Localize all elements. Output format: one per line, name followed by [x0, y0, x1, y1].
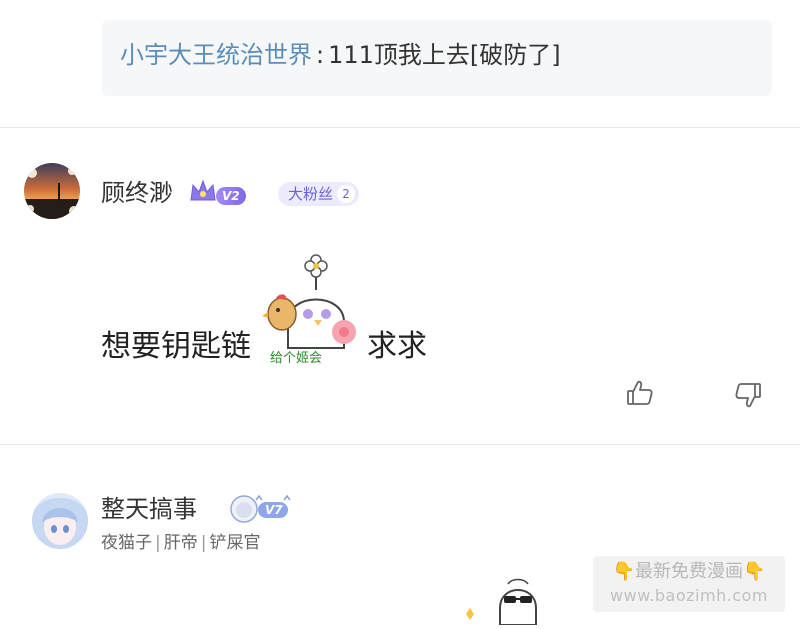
crown-icon: [188, 176, 218, 210]
reply-line: 小宇大王统治世界:111顶我上去[破防了]: [120, 40, 561, 70]
level-text: V7: [265, 503, 283, 517]
level-badge: V2: [216, 187, 246, 205]
fan-badge: 大粉丝 2: [278, 182, 360, 206]
avatar[interactable]: [32, 493, 88, 549]
reply-separator: :: [316, 41, 325, 69]
username[interactable]: 顾终渺: [101, 178, 173, 208]
pointing-down-icon: 👇: [743, 561, 766, 582]
watermark-title: 👇最新免费漫画👇: [593, 556, 785, 586]
fan-badge-level: 2: [337, 185, 356, 203]
tag-separator: |: [155, 533, 161, 553]
fan-badge-label: 大粉丝: [288, 185, 334, 203]
reply-text: 111顶我上去[破防了]: [328, 41, 561, 69]
reply-preview[interactable]: 小宇大王统治世界:111顶我上去[破防了]: [102, 20, 772, 96]
divider: [0, 444, 800, 445]
thumbs-down-icon[interactable]: [733, 380, 763, 410]
sticker-text: 给个姬会: [270, 351, 322, 366]
tag: 铲屎官: [209, 533, 261, 553]
thumbs-up-icon[interactable]: [625, 378, 655, 408]
comment-text: 想要钥匙链: [101, 329, 251, 364]
sunglasses-sticker-image: [460, 578, 550, 626]
reply-username[interactable]: 小宇大王统治世界: [120, 41, 312, 69]
comment-text-after: 求求: [367, 329, 427, 364]
divider: [0, 127, 800, 128]
pointing-down-icon: 👇: [612, 561, 635, 582]
user-tags: 夜猫子 | 肝帝 | 铲屎官: [101, 528, 260, 553]
watermark: 👇最新免费漫画👇 www.baozimh.com: [593, 556, 785, 612]
tag-separator: |: [200, 533, 207, 553]
tag: 肝帝: [163, 533, 198, 553]
level-avatar-badge: V7: [226, 490, 296, 526]
tag: 夜猫子: [101, 533, 152, 553]
watermark-title-text: 最新免费漫画: [635, 561, 743, 582]
chick-sticker-image: 给个姬会: [258, 252, 368, 370]
avatar[interactable]: [24, 163, 80, 219]
username[interactable]: 整天搞事: [101, 494, 197, 524]
watermark-url: www.baozimh.com: [610, 586, 768, 605]
